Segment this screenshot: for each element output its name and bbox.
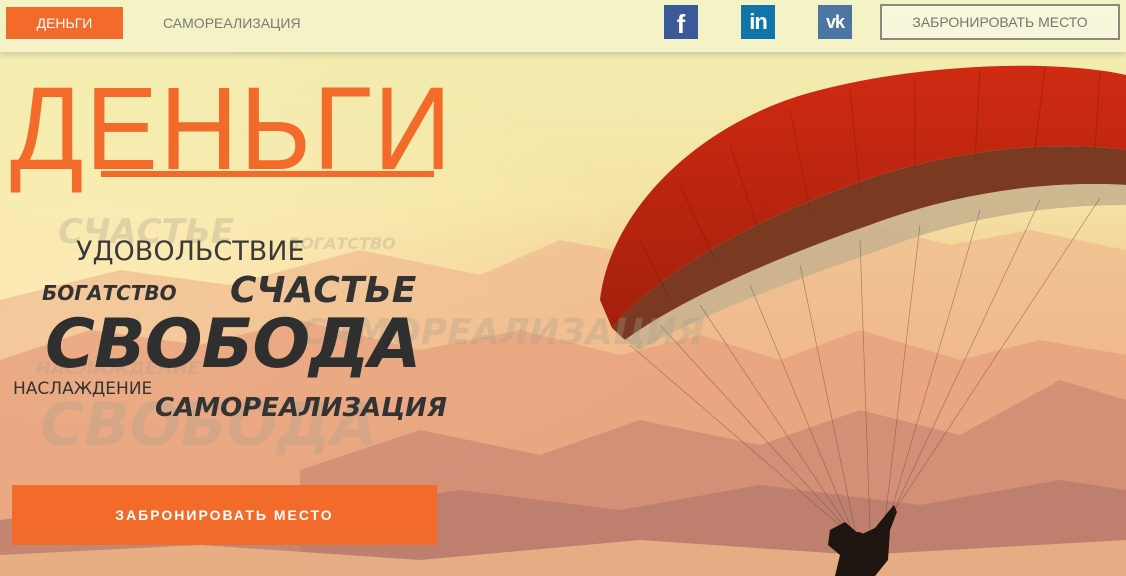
vk-icon[interactable]: vk: [818, 5, 852, 39]
word-delight: НАСЛАЖДЕНИЕ: [13, 379, 153, 399]
nav-tab-self-realization[interactable]: САМОРЕАЛИЗАЦИЯ: [163, 7, 301, 39]
hero-title-underline: [101, 171, 434, 177]
book-place-button-top[interactable]: ЗАБРОНИРОВАТЬ МЕСТО: [880, 4, 1120, 40]
linkedin-icon[interactable]: in: [741, 5, 775, 39]
word-freedom: СВОБОДА: [45, 305, 421, 384]
word-self-realization: САМОРЕАЛИЗАЦИЯ: [155, 393, 447, 423]
book-place-button[interactable]: ЗАБРОНИРОВАТЬ МЕСТО: [12, 485, 437, 545]
top-navigation-bar: ДЕНЬГИ САМОРЕАЛИЗАЦИЯ f in vk ЗАБРОНИРОВ…: [0, 0, 1126, 52]
word-wealth: БОГАТСТВО: [42, 281, 177, 305]
nav-tab-money[interactable]: ДЕНЬГИ: [6, 7, 123, 39]
facebook-icon[interactable]: f: [664, 5, 698, 39]
word-pleasure: УДОВОЛЬСТВИЕ: [76, 236, 305, 267]
